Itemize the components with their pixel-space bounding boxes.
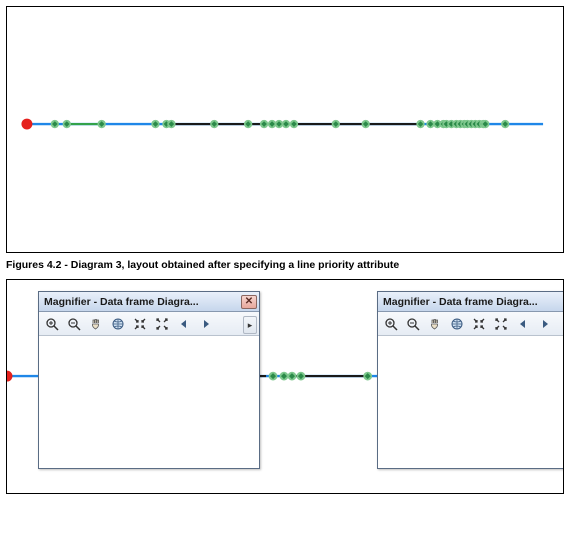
zoom-in-icon[interactable]: [41, 314, 62, 334]
globe-icon[interactable]: [107, 314, 128, 334]
back-icon[interactable]: [173, 314, 194, 334]
collapse-icon[interactable]: [129, 314, 150, 334]
magnifier-title: Magnifier - Data frame Diagra...: [44, 296, 241, 308]
diagram-3-svg: [7, 7, 563, 252]
magnifier-window-left[interactable]: Magnifier - Data frame Diagra... ✕ ▸: [38, 291, 260, 469]
expand-icon[interactable]: [151, 314, 172, 334]
toolbar-overflow-icon[interactable]: ▸: [243, 316, 257, 334]
close-icon[interactable]: ✕: [241, 295, 257, 309]
magnifier-titlebar[interactable]: Magnifier - Data frame Diagra... ✕: [378, 292, 564, 312]
zoom-out-icon[interactable]: [402, 314, 423, 334]
magnifier-viewport[interactable]: [378, 338, 564, 468]
magnifier-title: Magnifier - Data frame Diagra...: [383, 296, 564, 308]
diagram-panel-top: [6, 6, 564, 253]
figure-caption: Figures 4.2 - Diagram 3, layout obtained…: [6, 259, 564, 271]
magnifier-toolbar: [378, 312, 564, 336]
magnifier-viewport[interactable]: [39, 338, 259, 468]
pan-icon[interactable]: [85, 314, 106, 334]
expand-icon[interactable]: [490, 314, 511, 334]
collapse-icon[interactable]: [468, 314, 489, 334]
back-icon[interactable]: [512, 314, 533, 334]
zoom-out-icon[interactable]: [63, 314, 84, 334]
zoom-in-icon[interactable]: [380, 314, 401, 334]
forward-icon[interactable]: [195, 314, 216, 334]
magnifier-toolbar: [39, 312, 259, 336]
magnifier-titlebar[interactable]: Magnifier - Data frame Diagra... ✕: [39, 292, 259, 312]
pan-icon[interactable]: [424, 314, 445, 334]
forward-icon[interactable]: [534, 314, 555, 334]
globe-icon[interactable]: [446, 314, 467, 334]
diagram-panel-bottom: Magnifier - Data frame Diagra... ✕ ▸ Mag…: [6, 279, 564, 494]
magnifier-window-right[interactable]: Magnifier - Data frame Diagra... ✕ ▸: [377, 291, 564, 469]
